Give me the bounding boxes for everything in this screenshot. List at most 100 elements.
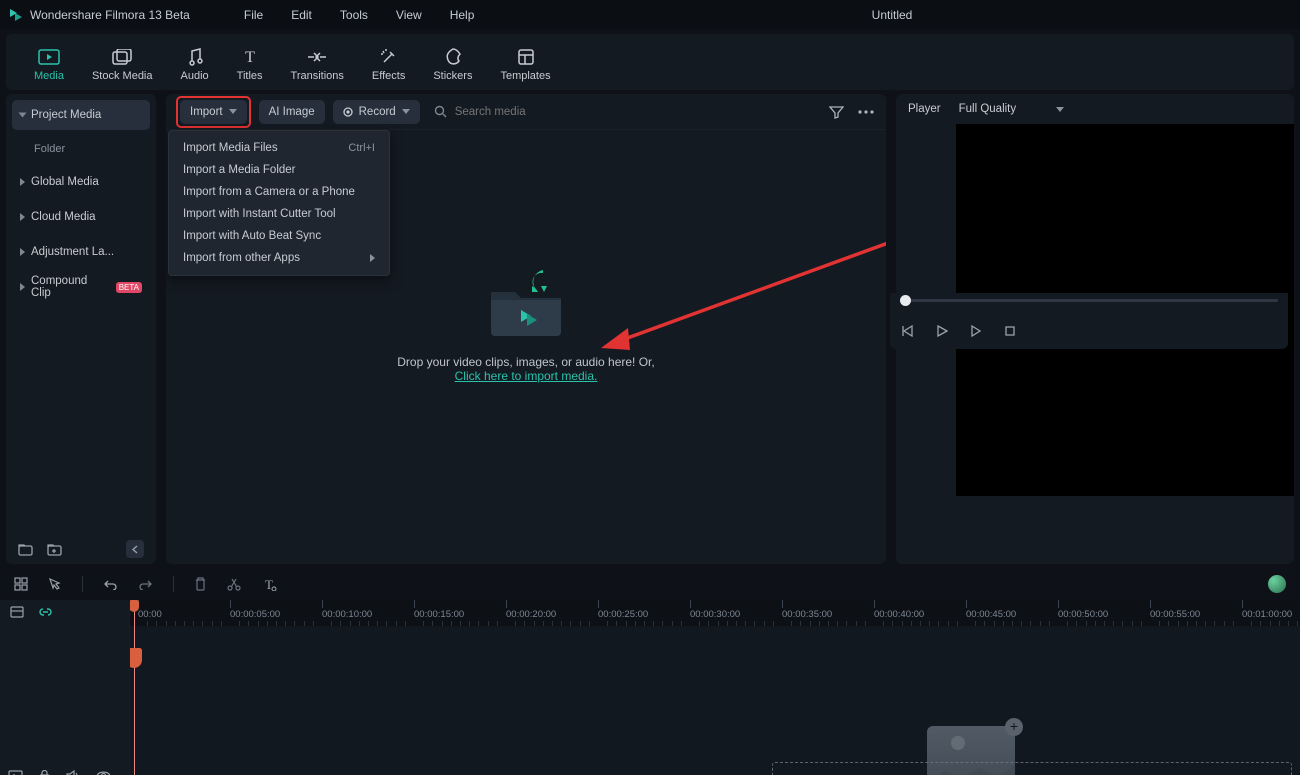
tab-titles-label: Titles bbox=[237, 70, 263, 82]
import-auto-beat-sync-label: Import with Auto Beat Sync bbox=[183, 230, 321, 242]
track-lock-icon[interactable] bbox=[39, 770, 50, 775]
import-media-folder[interactable]: Import a Media Folder bbox=[169, 159, 389, 181]
ruler-mark: 00:01:00:00 bbox=[1242, 600, 1292, 620]
ruler-mark: 00:00:10:00 bbox=[322, 600, 372, 620]
tab-transitions[interactable]: Transitions bbox=[291, 46, 344, 84]
text-tool-icon[interactable]: T bbox=[261, 577, 277, 591]
playhead-handle[interactable] bbox=[130, 648, 142, 668]
search-field[interactable] bbox=[428, 105, 821, 119]
import-from-other-apps[interactable]: Import from other Apps bbox=[169, 247, 389, 269]
timeline-ruler[interactable]: 00:0000:00:05:0000:00:10:0000:00:15:0000… bbox=[130, 600, 1300, 626]
timeline-link-icon[interactable] bbox=[38, 606, 53, 618]
ai-image-button[interactable]: AI Image bbox=[259, 100, 325, 124]
media-panel: Import AI Image Record bbox=[166, 94, 886, 564]
delete-icon[interactable] bbox=[194, 577, 207, 591]
player-quality-select[interactable]: Full Quality bbox=[959, 103, 1065, 115]
tab-templates[interactable]: Templates bbox=[500, 46, 550, 84]
player-header: Player Full Quality bbox=[896, 94, 1294, 124]
split-icon[interactable] bbox=[227, 577, 241, 591]
menu-edit[interactable]: Edit bbox=[277, 0, 326, 30]
menu-file[interactable]: File bbox=[230, 0, 277, 30]
player-prev-frame-button[interactable] bbox=[900, 323, 916, 339]
filter-icon[interactable] bbox=[829, 105, 844, 119]
library-sidebar: Project Media Folder Global Media Cloud … bbox=[6, 94, 156, 564]
menu-help[interactable]: Help bbox=[436, 0, 489, 30]
player-progress[interactable] bbox=[900, 299, 1278, 302]
add-clip-icon[interactable]: + bbox=[1005, 718, 1023, 736]
undo-icon[interactable] bbox=[103, 578, 118, 590]
menu-tools[interactable]: Tools bbox=[326, 0, 382, 30]
separator bbox=[82, 576, 83, 592]
chevron-down-icon bbox=[19, 113, 27, 118]
dropzone-folder-icon bbox=[481, 264, 571, 339]
timeline-apps-icon[interactable] bbox=[14, 577, 28, 591]
collapse-sidebar-button[interactable] bbox=[126, 540, 144, 558]
tab-media[interactable]: Media bbox=[34, 46, 64, 84]
more-icon[interactable] bbox=[858, 110, 874, 114]
search-input[interactable] bbox=[453, 105, 633, 119]
new-folder-icon[interactable] bbox=[47, 543, 62, 556]
import-button[interactable]: Import bbox=[180, 100, 247, 124]
timeline-placeholder-clip[interactable]: + bbox=[927, 726, 1015, 775]
chevron-right-icon bbox=[370, 254, 375, 262]
beta-badge: BETA bbox=[116, 282, 142, 293]
chevron-down-icon bbox=[402, 109, 410, 114]
chevron-right-icon bbox=[20, 213, 25, 221]
ai-assistant-icon[interactable] bbox=[1268, 575, 1286, 593]
playhead-top-handle[interactable] bbox=[130, 600, 139, 612]
timeline: 00:0000:00:05:0000:00:10:0000:00:15:0000… bbox=[0, 600, 1300, 775]
track-visibility-icon[interactable] bbox=[96, 770, 111, 775]
dropzone-text: Drop your video clips, images, or audio … bbox=[397, 355, 654, 369]
import-from-device-label: Import from a Camera or a Phone bbox=[183, 186, 355, 198]
player-quality-label: Full Quality bbox=[959, 103, 1017, 115]
tab-media-label: Media bbox=[34, 70, 64, 82]
chevron-down-icon bbox=[1056, 107, 1064, 112]
track-mute-icon[interactable] bbox=[66, 770, 80, 775]
sidebar-item-project-media[interactable]: Project Media bbox=[12, 100, 150, 130]
track-thumbnail-icon[interactable]: 1 bbox=[8, 770, 23, 775]
record-dot-icon bbox=[343, 107, 353, 117]
timeline-toolbar: T bbox=[6, 570, 1294, 598]
new-bin-icon[interactable] bbox=[18, 543, 33, 556]
sidebar-item-adjustment-layer[interactable]: Adjustment La... bbox=[12, 237, 150, 267]
timeline-tracks[interactable]: + bbox=[130, 626, 1300, 775]
import-instant-cutter[interactable]: Import with Instant Cutter Tool bbox=[169, 203, 389, 225]
menu-view[interactable]: View bbox=[382, 0, 436, 30]
tab-effects[interactable]: Effects bbox=[372, 46, 405, 84]
timeline-layout-icon[interactable] bbox=[10, 606, 24, 618]
import-from-device[interactable]: Import from a Camera or a Phone bbox=[169, 181, 389, 203]
sidebar-subitem-folder[interactable]: Folder bbox=[12, 135, 150, 163]
player-stop-button[interactable] bbox=[1002, 323, 1018, 339]
ruler-mark: 00:00:20:00 bbox=[506, 600, 556, 620]
timeline-body[interactable]: 00:0000:00:05:0000:00:10:0000:00:15:0000… bbox=[130, 600, 1300, 775]
titles-icon: T bbox=[239, 46, 261, 68]
timeline-playhead[interactable] bbox=[134, 600, 135, 775]
media-toolbar: Import AI Image Record bbox=[166, 94, 886, 130]
sidebar-item-cloud-media[interactable]: Cloud Media bbox=[12, 202, 150, 232]
import-from-other-apps-label: Import from other Apps bbox=[183, 252, 300, 264]
player-progress-handle[interactable] bbox=[900, 295, 911, 306]
media-icon bbox=[38, 46, 60, 68]
tab-stickers[interactable]: Stickers bbox=[433, 46, 472, 84]
tab-effects-label: Effects bbox=[372, 70, 405, 82]
sidebar-item-compound-clip[interactable]: Compound Clip BETA bbox=[12, 272, 150, 302]
menu-bar: Wondershare Filmora 13 Beta File Edit To… bbox=[0, 0, 1300, 30]
tab-audio[interactable]: Audio bbox=[181, 46, 209, 84]
record-button[interactable]: Record bbox=[333, 100, 420, 124]
timeline-select-tool-icon[interactable] bbox=[48, 577, 62, 591]
redo-icon[interactable] bbox=[138, 578, 153, 590]
tab-stock-media[interactable]: Stock Media bbox=[92, 46, 153, 84]
document-title[interactable]: Untitled bbox=[792, 8, 992, 22]
timeline-drop-target[interactable] bbox=[772, 762, 1292, 775]
player-tab-label[interactable]: Player bbox=[908, 103, 941, 115]
transitions-icon bbox=[306, 46, 328, 68]
dropzone-import-link[interactable]: Click here to import media. bbox=[455, 369, 598, 383]
player-next-frame-button[interactable] bbox=[968, 323, 984, 339]
ruler-mark: 00:00:15:00 bbox=[414, 600, 464, 620]
import-media-files[interactable]: Import Media Files Ctrl+I bbox=[169, 137, 389, 159]
import-dropdown: Import Media Files Ctrl+I Import a Media… bbox=[168, 130, 390, 276]
player-play-button[interactable] bbox=[934, 323, 950, 339]
sidebar-item-global-media[interactable]: Global Media bbox=[12, 167, 150, 197]
import-auto-beat-sync[interactable]: Import with Auto Beat Sync bbox=[169, 225, 389, 247]
tab-titles[interactable]: T Titles bbox=[237, 46, 263, 84]
